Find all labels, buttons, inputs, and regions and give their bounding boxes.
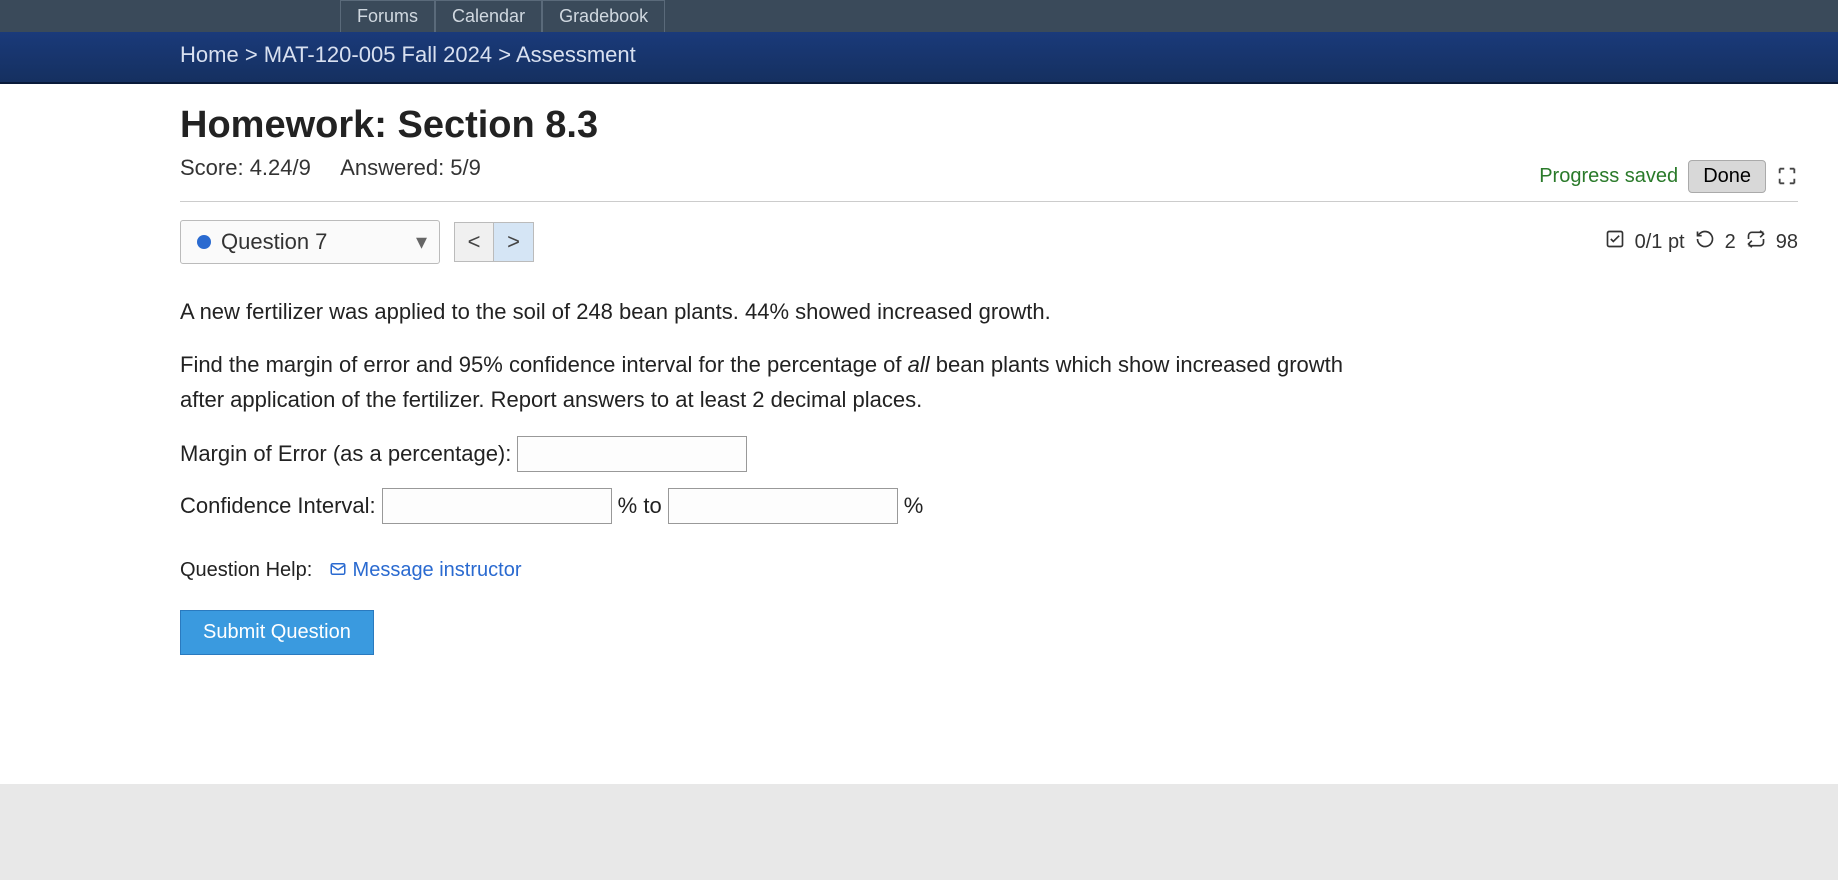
breadcrumb-sep: > (498, 42, 516, 67)
answered-label: Answered: 5/9 (340, 155, 481, 180)
breadcrumb-course[interactable]: MAT-120-005 Fall 2024 (264, 42, 492, 67)
breadcrumb-page: Assessment (516, 42, 636, 67)
attempt-count: 98 (1776, 231, 1798, 254)
ci-upper-input[interactable] (668, 488, 898, 524)
question-p2-em: all (908, 352, 930, 377)
retry-count: 2 (1725, 231, 1736, 254)
top-tab-bar: Forums Calendar Gradebook (0, 0, 1838, 32)
moe-input[interactable] (517, 436, 747, 472)
question-select[interactable]: Question 7 ▾ (180, 220, 440, 264)
points-row: 0/1 pt 2 98 (1605, 229, 1798, 255)
fullscreen-icon[interactable] (1776, 165, 1798, 187)
submit-question-button[interactable]: Submit Question (180, 610, 374, 655)
done-button[interactable]: Done (1688, 160, 1766, 193)
attempts-icon (1746, 229, 1766, 255)
message-instructor-link[interactable]: Message instructor (353, 559, 522, 581)
check-icon (1605, 229, 1625, 255)
status-dot-icon (197, 235, 211, 249)
retry-icon (1695, 229, 1715, 255)
breadcrumb: Home > MAT-120-005 Fall 2024 > Assessmen… (0, 32, 1838, 84)
tab-calendar[interactable]: Calendar (435, 0, 542, 32)
breadcrumb-sep: > (245, 42, 264, 67)
breadcrumb-home[interactable]: Home (180, 42, 239, 67)
main-content: Homework: Section 8.3 Score: 4.24/9 Answ… (0, 84, 1838, 784)
help-line: Question Help: Message instructor (180, 554, 1380, 586)
ci-lower-input[interactable] (382, 488, 612, 524)
pct-text: % (904, 488, 924, 523)
pct-to-text: % to (618, 488, 662, 523)
tab-forums[interactable]: Forums (340, 0, 435, 32)
page-title: Homework: Section 8.3 (180, 104, 1798, 147)
question-body: A new fertilizer was applied to the soil… (180, 294, 1380, 655)
prev-question-button[interactable]: < (454, 222, 494, 262)
points-text: 0/1 pt (1635, 231, 1685, 254)
next-question-button[interactable]: > (494, 222, 534, 262)
moe-label: Margin of Error (as a percentage): (180, 436, 511, 471)
score-line: Score: 4.24/9 Answered: 5/9 (180, 155, 481, 181)
progress-saved: Progress saved (1539, 165, 1678, 188)
question-p2a: Find the margin of error and 95% confide… (180, 352, 908, 377)
help-label: Question Help: (180, 559, 312, 581)
question-select-label: Question 7 (221, 229, 327, 255)
mail-icon (329, 559, 353, 581)
tab-gradebook[interactable]: Gradebook (542, 0, 665, 32)
ci-label: Confidence Interval: (180, 488, 376, 523)
caret-down-icon: ▾ (416, 229, 427, 255)
question-p1: A new fertilizer was applied to the soil… (180, 294, 1380, 329)
question-p2: Find the margin of error and 95% confide… (180, 347, 1380, 417)
score-label: Score: 4.24/9 (180, 155, 311, 180)
